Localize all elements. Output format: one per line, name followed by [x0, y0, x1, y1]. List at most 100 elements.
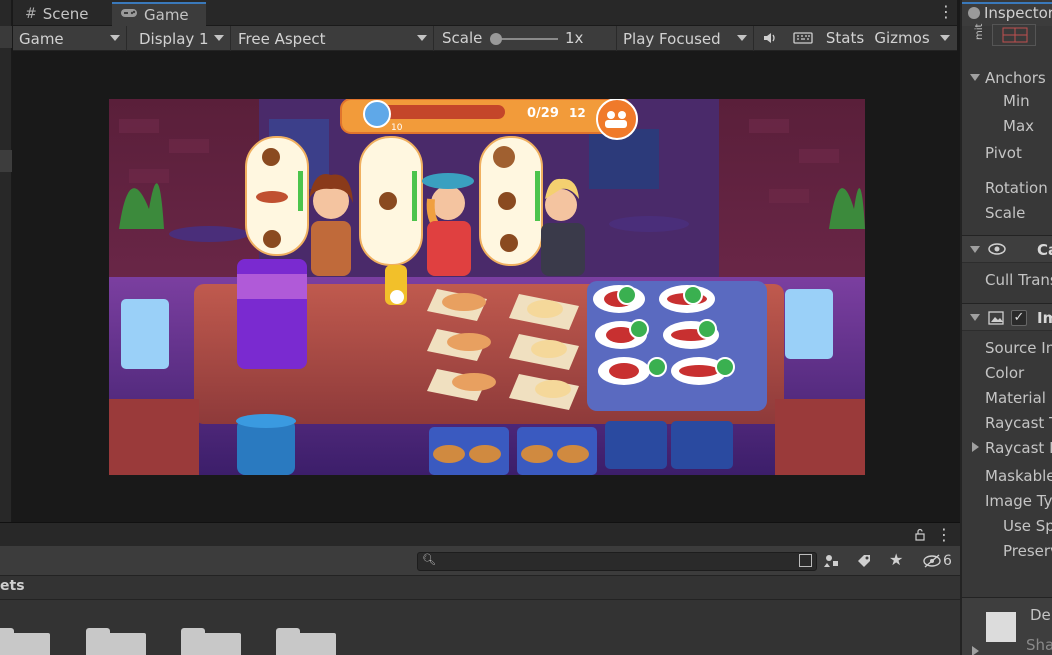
inspector-panel: Inspector mit Anchors Min Max Pivot Rota… — [960, 0, 1052, 655]
material-label: Material — [985, 389, 1046, 407]
aspect-dropdown[interactable]: Free Aspect — [232, 26, 434, 51]
anchor-preset-icon — [1002, 27, 1028, 43]
game-viewport[interactable]: 0/29 12 10 — [13, 51, 957, 522]
gizmos-button[interactable]: Gizmos — [871, 26, 933, 51]
more-options-icon[interactable]: ⋮ — [938, 2, 954, 24]
image-component-title: Im — [1037, 309, 1052, 327]
hierarchy-filter-icon[interactable] — [824, 553, 840, 569]
scale-value: 1x — [565, 29, 584, 47]
search-input[interactable]: 🔍︎ — [417, 552, 817, 571]
anchor-min-label: Min — [1003, 92, 1030, 110]
chevron-down-icon[interactable] — [970, 314, 980, 321]
display-dropdown[interactable]: Display 1 — [133, 26, 231, 51]
canvas-renderer-title: Ca — [1037, 241, 1052, 259]
chevron-right-icon[interactable] — [972, 442, 979, 452]
display-mode-dropdown[interactable]: Game — [13, 26, 127, 51]
scale-slider-track[interactable] — [496, 38, 558, 40]
chevron-down-icon — [214, 35, 224, 41]
hierarchy-header-edge — [0, 26, 12, 48]
source-image-label: Source Im — [985, 339, 1052, 357]
gamepad-icon — [120, 7, 138, 23]
gizmos-menu-button[interactable] — [934, 26, 956, 51]
project-toolbar: 🔍︎ ★ 6 — [0, 546, 960, 576]
chevron-down-icon[interactable] — [970, 246, 980, 253]
hierarchy-selected-row-edge[interactable] — [0, 150, 12, 172]
lock-icon[interactable] — [914, 528, 926, 541]
scale-label: Scale — [442, 29, 483, 47]
assets-breadcrumb[interactable]: ets — [0, 578, 25, 594]
chevron-down-icon — [110, 35, 120, 41]
eye-slash-icon — [923, 554, 941, 568]
chevron-down-icon[interactable] — [970, 74, 980, 81]
hierarchy-panel-edge — [0, 0, 12, 522]
preserve-aspect-label: Preserv — [1003, 542, 1052, 560]
folder-icon[interactable] — [0, 628, 50, 655]
chevron-down-icon — [737, 35, 747, 41]
hidden-packages-toggle[interactable]: 6 — [922, 551, 952, 571]
image-icon — [988, 311, 1004, 325]
game-scene-art: 0/29 12 10 — [109, 99, 865, 475]
speaker-icon — [764, 33, 775, 43]
anchor-preset-label: mit — [974, 23, 985, 40]
tab-inspector-label: Inspector — [984, 4, 1052, 22]
chevron-right-icon[interactable] — [972, 646, 979, 655]
toggle-keyboard-button[interactable] — [790, 26, 816, 51]
tab-scene-label: Scene — [42, 5, 89, 23]
stats-button[interactable]: Stats — [822, 26, 868, 51]
play-mode-dropdown[interactable]: Play Focused — [616, 26, 754, 51]
shader-label: Sha — [1026, 636, 1052, 654]
image-component-header[interactable]: ✓ Im — [962, 303, 1052, 331]
pivot-label: Pivot — [985, 144, 1022, 162]
search-by-type-icon[interactable] — [799, 554, 812, 567]
keyboard-icon — [793, 32, 813, 44]
display-mode-value: Game — [19, 29, 64, 48]
rotation-label: Rotation — [985, 179, 1048, 197]
chevron-down-icon — [940, 35, 950, 41]
unity-editor: # Scene Game ⋮ Game Display 1 Free Aspec… — [0, 0, 1052, 655]
label-filter-icon[interactable] — [856, 553, 872, 569]
game-tab-bar: # Scene Game ⋮ — [13, 0, 957, 26]
anchor-max-label: Max — [1003, 117, 1035, 135]
use-sprite-mesh-label: Use Sp — [1003, 517, 1052, 535]
image-enabled-checkbox[interactable]: ✓ — [1011, 310, 1027, 326]
scale-slider-handle[interactable] — [490, 33, 502, 45]
grid-icon: # — [25, 6, 37, 22]
canvas-renderer-header[interactable]: Ca — [962, 235, 1052, 263]
tab-game[interactable]: Game — [112, 2, 206, 26]
aspect-value: Free Aspect — [238, 29, 326, 48]
raycast-target-label: Raycast T — [985, 414, 1052, 432]
game-render[interactable]: 0/29 12 10 — [109, 99, 865, 475]
project-breadcrumb: ets — [0, 576, 960, 600]
project-tab-bar: ⋮ — [0, 522, 960, 546]
hidden-packages-count: 6 — [943, 553, 952, 569]
default-material-label: De — [1030, 606, 1051, 624]
image-type-label: Image Ty — [985, 492, 1052, 510]
anchors-label[interactable]: Anchors — [985, 69, 1046, 87]
more-options-icon[interactable]: ⋮ — [936, 525, 952, 544]
material-preview-section: De Sha — [962, 597, 1052, 655]
search-icon: 🔍︎ — [422, 553, 436, 566]
order-progress-text: 0/29 — [527, 106, 559, 121]
raycast-padding-label[interactable]: Raycast P — [985, 439, 1052, 457]
assets-grid — [0, 600, 960, 655]
tab-scene[interactable]: # Scene — [17, 2, 111, 26]
folder-icon[interactable] — [86, 628, 146, 655]
scale-label: Scale — [985, 204, 1026, 222]
tab-game-label: Game — [144, 6, 189, 24]
tab-inspector[interactable]: Inspector — [962, 2, 1052, 26]
display-value: Display 1 — [139, 29, 209, 48]
game-toolbar: Game Display 1 Free Aspect Scale 1x Play… — [13, 26, 957, 51]
coin-count: 12 — [569, 106, 586, 120]
folder-icon[interactable] — [276, 628, 336, 655]
level-badge: 10 — [391, 123, 403, 133]
anchor-preset-button[interactable] — [992, 24, 1036, 46]
material-swatch[interactable] — [986, 612, 1016, 642]
folder-icon[interactable] — [181, 628, 241, 655]
info-icon — [968, 7, 980, 19]
play-mode-value: Play Focused — [623, 29, 721, 48]
maskable-label: Maskable — [985, 467, 1052, 485]
favorite-star-icon[interactable]: ★ — [889, 550, 903, 569]
eye-icon — [988, 243, 1006, 255]
chevron-down-icon — [417, 35, 427, 41]
mute-audio-button[interactable] — [758, 26, 782, 51]
